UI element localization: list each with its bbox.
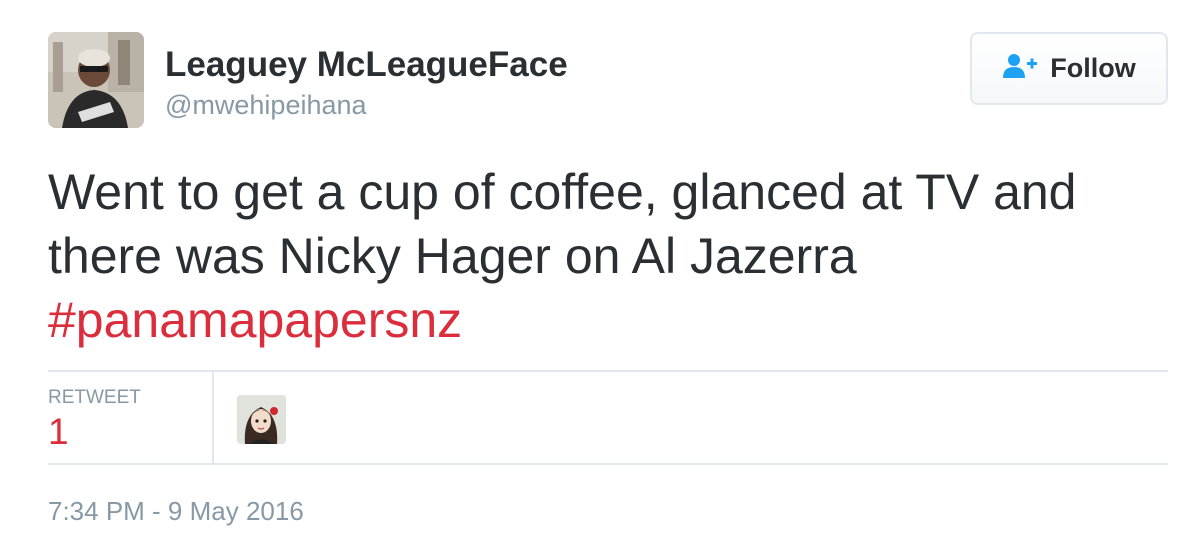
add-user-icon [1002, 53, 1038, 84]
retweet-label[interactable]: RETWEET [48, 387, 141, 409]
stats-bottom-divider [48, 463, 1168, 465]
retweet-count[interactable]: 1 [48, 410, 69, 454]
stats-vertical-divider [212, 372, 214, 464]
author-name[interactable]: Leaguey McLeagueFace [165, 45, 568, 85]
follow-button-label: Follow [1050, 53, 1136, 83]
tweet-card: Leaguey McLeagueFace @mwehipeihana Follo… [0, 0, 1192, 540]
stats-top-divider [48, 370, 1168, 372]
hashtag-link[interactable]: #panamapapersnz [48, 288, 462, 352]
tweet-text-line: there was Nicky Hager on Al Jazerra [48, 228, 857, 284]
follow-button[interactable]: Follow [970, 32, 1168, 105]
tweet-text: Went to get a cup of coffee, glanced at … [48, 160, 1168, 352]
tweet-timestamp[interactable]: 7:34 PM - 9 May 2016 [48, 496, 304, 527]
tweet-text-line: Went to get a cup of coffee, glanced at … [48, 164, 1077, 220]
retweeter-avatar[interactable] [237, 395, 286, 444]
author-handle[interactable]: @mwehipeihana [165, 89, 367, 121]
author-avatar[interactable] [48, 32, 144, 128]
